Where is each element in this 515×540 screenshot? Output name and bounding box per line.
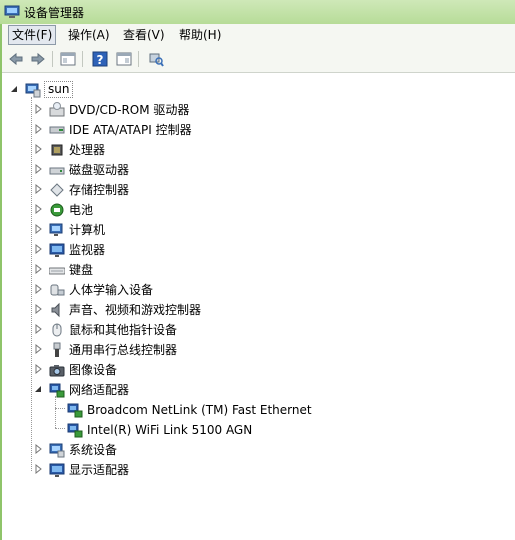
- computer-icon: [49, 223, 63, 236]
- tree-item-label: 监视器: [69, 243, 106, 257]
- mouse-icon: [52, 323, 62, 337]
- expand-arrow-icon[interactable]: [33, 224, 43, 234]
- expand-arrow-icon[interactable]: [33, 364, 43, 374]
- tree-item-label: 声音、视频和游戏控制器: [69, 303, 202, 317]
- tree-item-label: 通用串行总线控制器: [69, 343, 178, 357]
- expand-arrow-icon[interactable]: [33, 244, 43, 254]
- title-bar: 设备管理器: [0, 0, 515, 24]
- keyboard-icon: [49, 267, 65, 275]
- window-title: 设备管理器: [24, 6, 85, 20]
- expand-arrow-icon[interactable]: [33, 284, 43, 294]
- tree-item-label: 图像设备: [69, 363, 118, 377]
- tree-item-label: Intel(R) WiFi Link 5100 AGN: [87, 423, 253, 437]
- computer-icon: [25, 83, 41, 98]
- menu-help[interactable]: 帮助(H): [176, 26, 224, 44]
- tree-item-label: 系统设备: [69, 443, 118, 457]
- tree-item-label: 处理器: [69, 143, 106, 157]
- network-adapter-icon: [67, 423, 83, 438]
- expand-arrow-icon[interactable]: [33, 164, 43, 174]
- tree-item-label: 计算机: [69, 223, 106, 237]
- speaker-icon: [51, 302, 60, 318]
- help-icon[interactable]: ?: [92, 51, 108, 67]
- menu-file[interactable]: 文件(F): [8, 25, 57, 45]
- monitor-icon: [49, 243, 65, 257]
- tree-item-label: 键盘: [69, 263, 94, 277]
- usb-icon: [53, 342, 61, 357]
- scan-hardware-icon[interactable]: [148, 51, 164, 67]
- tree-item-label: DVD/CD-ROM 驱动器: [69, 103, 190, 117]
- tree-guide-line: [55, 396, 56, 428]
- tree-item-label: 网络适配器: [69, 383, 130, 397]
- toolbar: ?: [2, 46, 515, 73]
- tree-guide-line: [55, 408, 65, 409]
- hid-icon: [50, 284, 65, 296]
- system-device-icon: [49, 443, 65, 458]
- collapse-arrow-icon[interactable]: [9, 84, 19, 94]
- device-manager-icon: [4, 5, 20, 18]
- tree-item-label: 鼠标和其他指针设备: [69, 323, 178, 337]
- tree-item-label: Broadcom NetLink (TM) Fast Ethernet: [87, 403, 312, 417]
- expand-arrow-icon[interactable]: [33, 104, 43, 114]
- tree-item-label: 电池: [69, 203, 94, 217]
- network-adapter-icon: [67, 403, 83, 418]
- forward-icon[interactable]: [30, 51, 46, 67]
- expand-arrow-icon[interactable]: [33, 204, 43, 214]
- tree-root-label: sun: [44, 81, 74, 98]
- expand-arrow-icon[interactable]: [33, 184, 43, 194]
- menu-action[interactable]: 操作(A): [65, 26, 113, 44]
- back-icon[interactable]: [8, 51, 24, 67]
- view-panel-icon[interactable]: [116, 51, 132, 67]
- tree-guide-line: [31, 97, 32, 471]
- disk-drive-icon: [49, 167, 65, 175]
- toolbar-separator: [82, 51, 83, 67]
- display-adapter-icon: [49, 463, 65, 477]
- menu-view[interactable]: 查看(V): [120, 26, 168, 44]
- expand-arrow-icon[interactable]: [33, 444, 43, 454]
- toolbar-separator: [138, 51, 139, 67]
- tree-item-label: 人体学输入设备: [69, 283, 154, 297]
- expand-arrow-icon[interactable]: [33, 464, 43, 474]
- properties-panel-icon[interactable]: [60, 51, 76, 67]
- storage-controller-icon: [50, 183, 64, 197]
- tree-item-label: 存储控制器: [69, 183, 130, 197]
- menu-bar: 文件(F) 操作(A) 查看(V) 帮助(H): [2, 24, 515, 47]
- expand-arrow-icon[interactable]: [33, 144, 43, 154]
- expand-arrow-icon[interactable]: [33, 344, 43, 354]
- camera-icon: [49, 365, 65, 377]
- expand-arrow-icon[interactable]: [33, 264, 43, 274]
- tree-item-label: 显示适配器: [69, 463, 130, 477]
- svg-text:?: ?: [97, 53, 104, 67]
- expand-arrow-icon[interactable]: [33, 124, 43, 134]
- toolbar-separator: [52, 51, 53, 67]
- battery-icon: [50, 203, 64, 217]
- device-tree: sun DVD/CD-ROM 驱动器 IDE ATA/ATAPI 控制器 处理器: [2, 73, 515, 540]
- processor-icon: [51, 144, 63, 156]
- tree-guide-line: [55, 428, 65, 429]
- expand-arrow-icon[interactable]: [33, 324, 43, 334]
- collapse-arrow-icon[interactable]: [33, 384, 43, 394]
- ide-controller-icon: [49, 126, 65, 134]
- network-adapter-icon: [49, 383, 65, 398]
- tree-item-label: IDE ATA/ATAPI 控制器: [69, 123, 192, 137]
- expand-arrow-icon[interactable]: [33, 304, 43, 314]
- dvd-drive-icon: [49, 102, 65, 117]
- tree-item-label: 磁盘驱动器: [69, 163, 130, 177]
